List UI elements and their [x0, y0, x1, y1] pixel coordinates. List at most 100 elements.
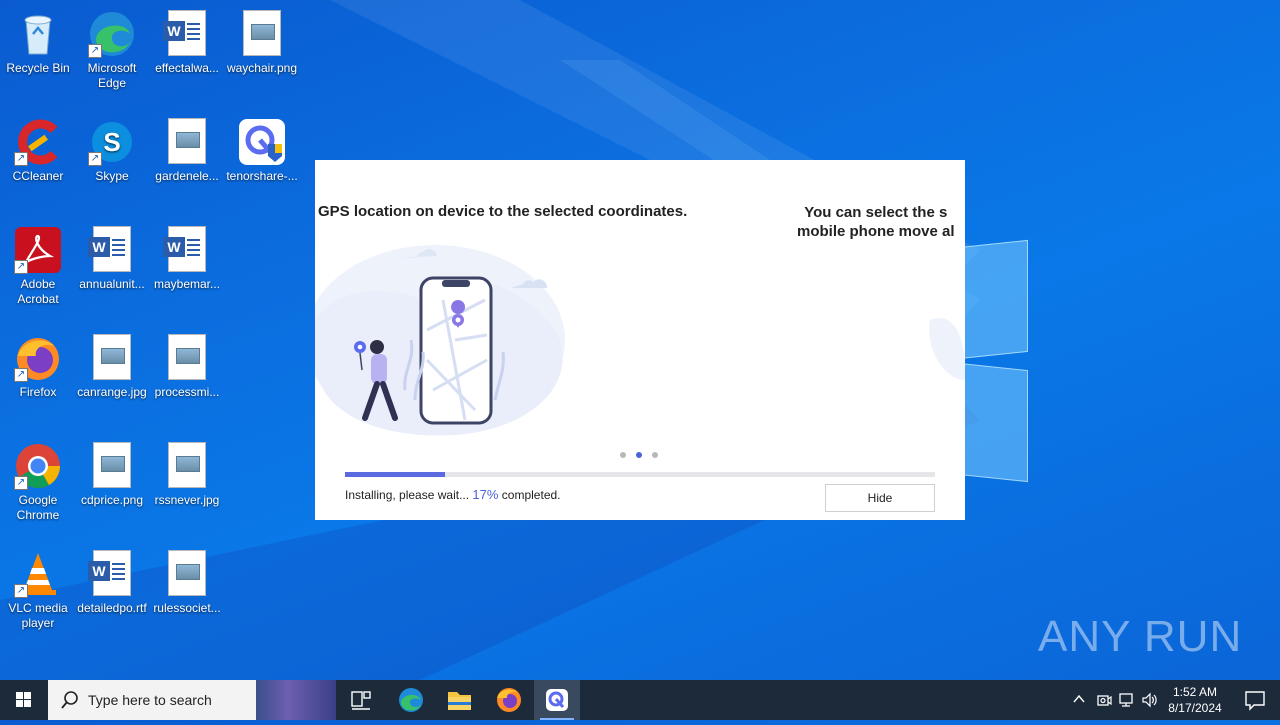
taskbar-tenorshare-button[interactable]: [534, 680, 580, 720]
next-slide-caption-line1: You can select the s: [804, 204, 948, 221]
carousel-dot-active[interactable]: [636, 452, 642, 458]
icon-label: maybemar...: [153, 277, 221, 291]
svg-text:S: S: [103, 127, 120, 157]
status-suffix: completed.: [501, 488, 561, 502]
taskbar: Type here to search 1:52 AM 8/17/2024: [0, 680, 1280, 720]
desktop-icon-annualunit[interactable]: W annualunit...: [74, 222, 150, 292]
anyrun-watermark: ANY RUN: [1038, 612, 1243, 661]
icon-label: Google Chrome: [16, 493, 60, 522]
tray-volume[interactable]: [1141, 692, 1159, 711]
carousel-dot[interactable]: [620, 452, 626, 458]
next-slide-caption-line2: mobile phone move al: [797, 223, 955, 240]
desktop-icon-maybemar[interactable]: W maybemar...: [149, 222, 225, 292]
desktop-icon-vlc[interactable]: ↗ VLC media player: [0, 546, 76, 631]
taskbar-clock[interactable]: 1:52 AM 8/17/2024: [1160, 684, 1230, 716]
network-icon: [1119, 693, 1133, 707]
taskbar-firefox-button[interactable]: [486, 680, 532, 720]
desktop-icon-effectalwa[interactable]: W effectalwa...: [149, 6, 225, 76]
desktop-icon-adobe-acrobat[interactable]: ↗ Adobe Acrobat: [0, 222, 76, 307]
icon-label: CCleaner: [12, 169, 64, 183]
desktop-icon-rssnever[interactable]: rssnever.jpg: [149, 438, 225, 508]
notification-icon: [1245, 691, 1265, 711]
show-hidden-icons-chevron[interactable]: [1072, 692, 1086, 709]
icon-label: Recycle Bin: [6, 61, 70, 75]
clock-time: 1:52 AM: [1172, 685, 1218, 699]
icon-label: Adobe Acrobat: [17, 277, 59, 306]
desktop-icon-processmi[interactable]: processmi...: [149, 330, 225, 400]
desktop-icon-detailedpo[interactable]: W detailedpo.rtf: [74, 546, 150, 616]
desktop-icon-cdprice[interactable]: cdprice.png: [74, 438, 150, 508]
taskbar-file-explorer-button[interactable]: [436, 680, 482, 720]
search-icon: [61, 691, 78, 709]
shortcut-arrow-icon: ↗: [88, 44, 102, 58]
image-file-icon: [168, 334, 206, 380]
icon-label: canrange.jpg: [77, 385, 147, 399]
desktop-icon-rulessociet[interactable]: rulessociet...: [149, 546, 225, 616]
next-slide-caption: You can select the s mobile phone move a…: [797, 203, 955, 241]
desktop-icon-microsoft-edge[interactable]: ↗ Microsoft Edge: [74, 6, 150, 91]
icon-label: rulessociet...: [153, 601, 221, 615]
hide-button[interactable]: Hide: [825, 484, 935, 512]
word-doc-icon: W: [88, 561, 110, 581]
tenorshare-icon: [546, 689, 568, 711]
desktop-icon-waychair[interactable]: waychair.png: [224, 6, 300, 76]
shortcut-arrow-icon: ↗: [14, 584, 28, 598]
status-percent: 17%: [472, 487, 499, 502]
icon-label: Firefox: [19, 385, 57, 399]
recycle-bin-icon: [24, 15, 52, 55]
folder-icon: [448, 692, 471, 710]
shortcut-arrow-icon: ↗: [14, 152, 28, 166]
icon-label: gardenele...: [155, 169, 219, 183]
shortcut-arrow-icon: ↗: [14, 476, 28, 490]
chevron-up-icon: [1073, 694, 1085, 703]
shortcut-arrow-icon: ↗: [88, 152, 102, 166]
windows-start-icon: [16, 692, 31, 707]
icon-label: effectalwa...: [155, 61, 219, 75]
word-doc-icon: W: [88, 237, 110, 257]
desktop-icon-gardenele[interactable]: gardenele...: [149, 114, 225, 184]
image-file-icon: [93, 334, 131, 380]
clock-date: 8/17/2024: [1168, 701, 1222, 715]
icon-label: processmi...: [154, 385, 220, 399]
status-prefix: Installing, please wait...: [345, 488, 470, 502]
gps-illustration: [315, 245, 965, 436]
word-doc-icon: W: [163, 21, 185, 41]
image-file-icon: [168, 550, 206, 596]
word-doc-icon: W: [163, 237, 185, 257]
install-progress-fill: [345, 472, 446, 477]
icon-label: annualunit...: [79, 277, 145, 291]
taskbar-search-box[interactable]: Type here to search: [48, 680, 336, 720]
search-placeholder: Type here to search: [88, 692, 212, 708]
icon-label: VLC media player: [8, 601, 68, 630]
start-button[interactable]: [0, 680, 48, 720]
taskbar-edge-button[interactable]: [388, 680, 434, 720]
task-view-icon: [351, 691, 371, 710]
image-file-icon: [168, 118, 206, 164]
action-center-button[interactable]: [1232, 680, 1278, 720]
icon-label: cdprice.png: [80, 493, 144, 507]
desktop-icon-tenorshare[interactable]: tenorshare-...: [224, 114, 300, 184]
desktop-icon-ccleaner[interactable]: ↗ CCleaner: [0, 114, 76, 184]
carousel-dots: [620, 445, 668, 463]
tenorshare-icon: [239, 119, 285, 165]
icon-label: waychair.png: [226, 61, 298, 75]
desktop-icon-recycle-bin[interactable]: Recycle Bin: [0, 6, 76, 76]
installer-dialog: GPS location on device to the selected c…: [315, 160, 965, 520]
task-view-button[interactable]: [338, 680, 384, 720]
image-file-icon: [168, 442, 206, 488]
edge-icon: [399, 688, 423, 712]
install-status-text: Installing, please wait... 17% completed…: [345, 487, 561, 502]
icon-label: detailedpo.rtf: [77, 601, 147, 615]
tray-network[interactable]: [1118, 692, 1136, 711]
shortcut-arrow-icon: ↗: [14, 260, 28, 274]
search-highlight-art: [256, 680, 336, 720]
desktop-icon-google-chrome[interactable]: ↗ Google Chrome: [0, 438, 76, 523]
desktop-icon-canrange[interactable]: canrange.jpg: [74, 330, 150, 400]
carousel-dot[interactable]: [652, 452, 658, 458]
slide-caption: GPS location on device to the selected c…: [318, 203, 688, 220]
install-progress-bar: [345, 472, 935, 477]
desktop-icon-firefox[interactable]: ↗ Firefox: [0, 330, 76, 400]
desktop-icon-skype[interactable]: S ↗ Skype: [74, 114, 150, 184]
tray-meet-now[interactable]: [1096, 692, 1112, 711]
icon-label: Microsoft Edge: [87, 61, 137, 90]
